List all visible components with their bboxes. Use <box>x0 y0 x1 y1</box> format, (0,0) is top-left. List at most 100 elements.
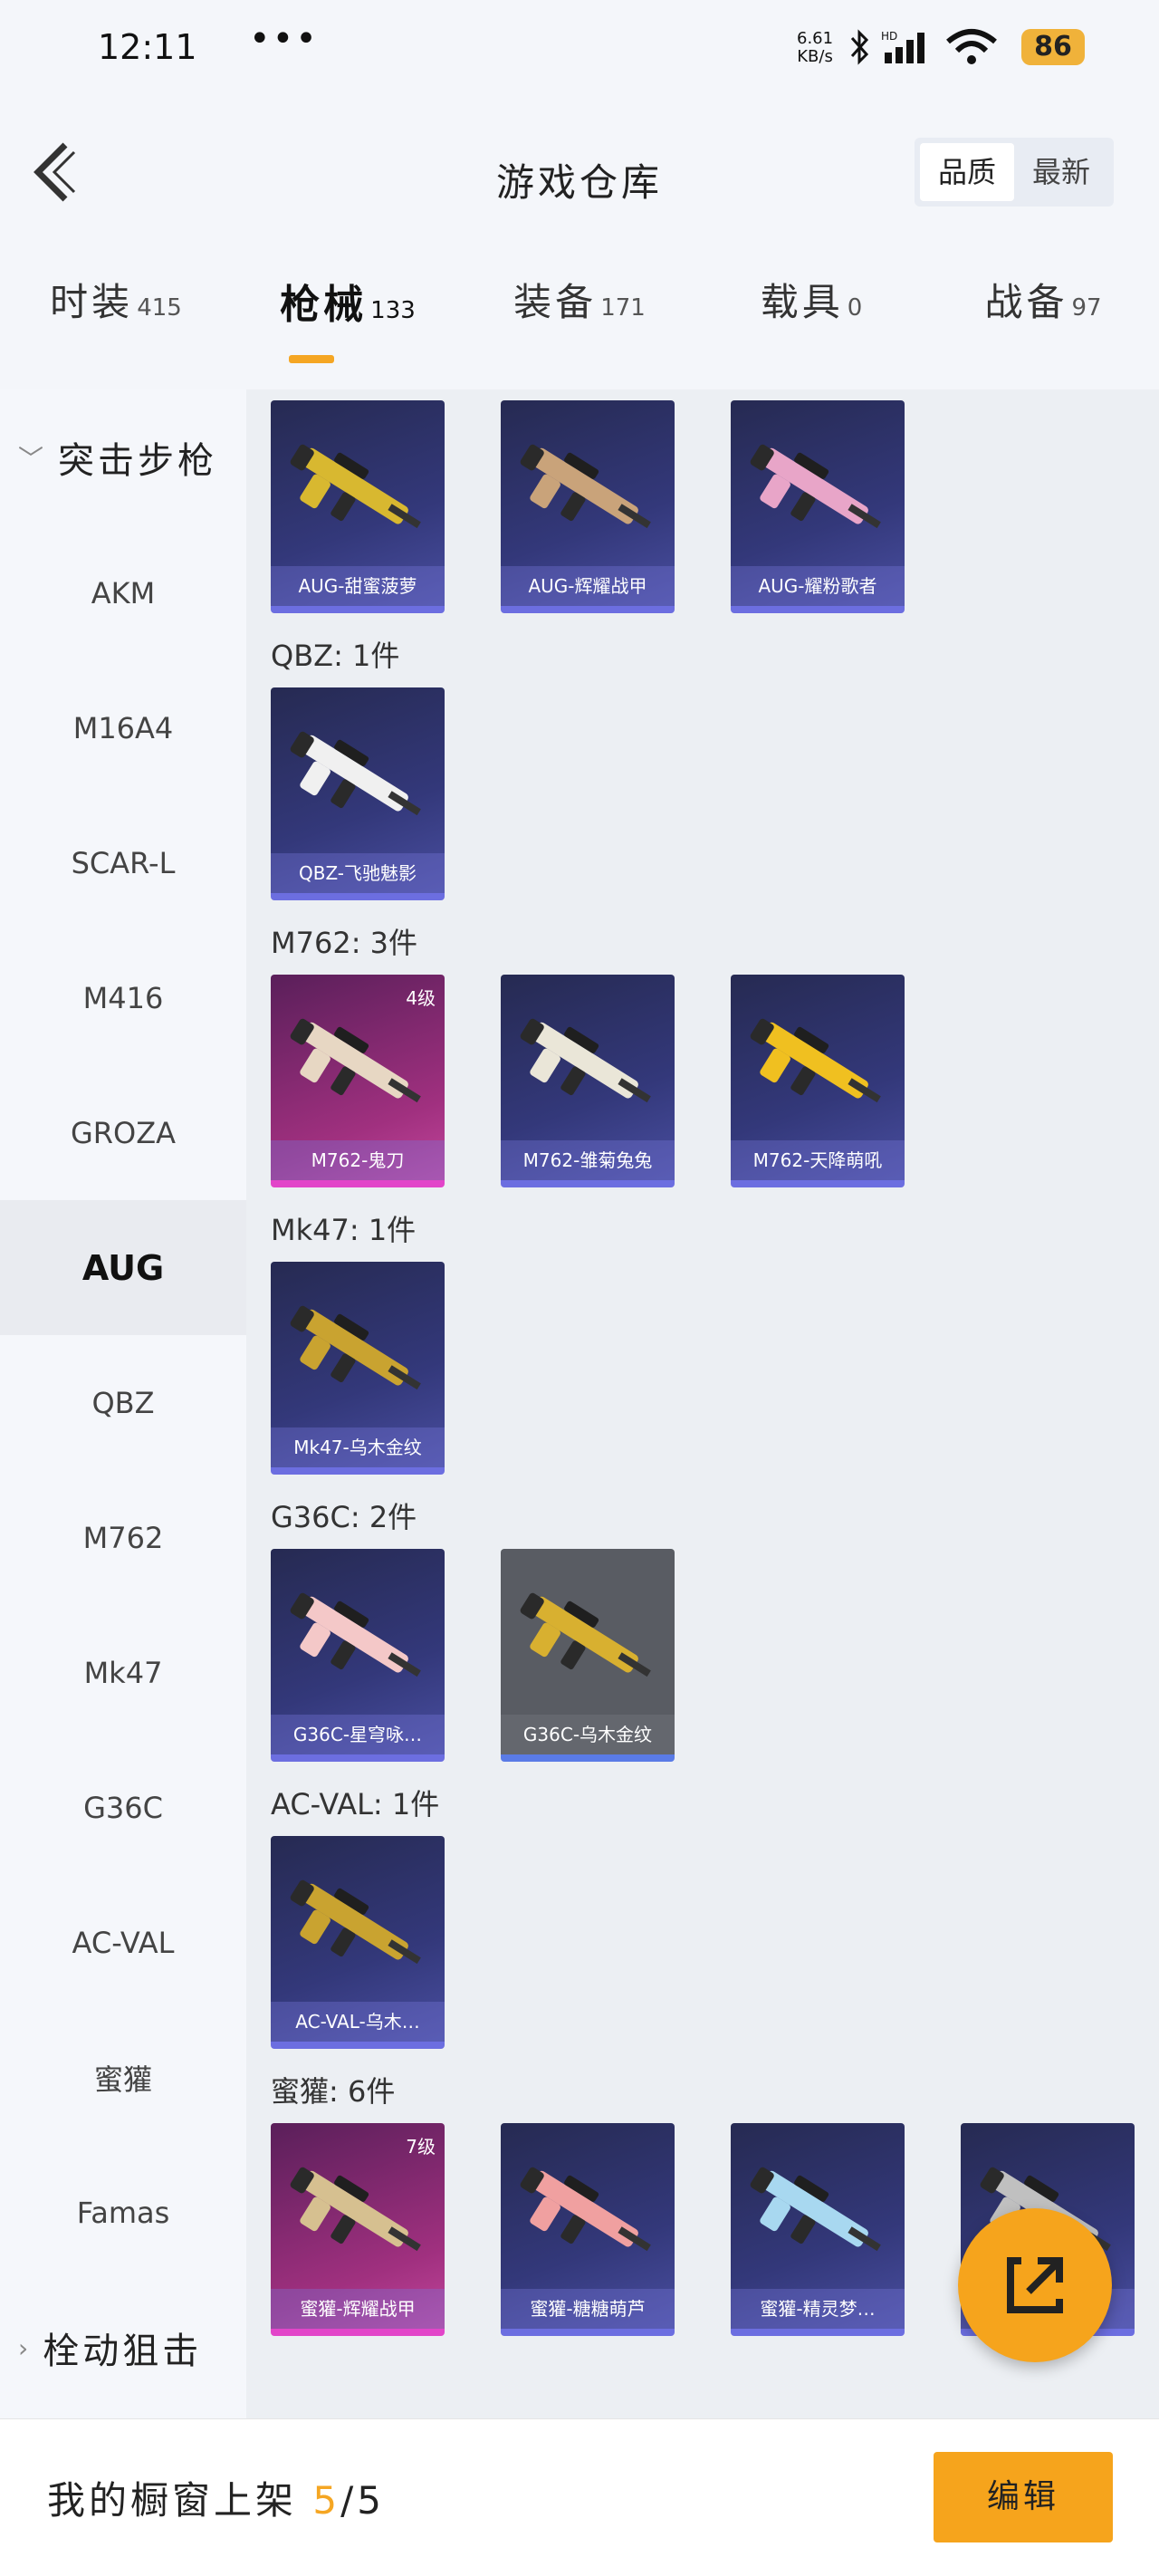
share-icon <box>1007 2257 1063 2313</box>
showcase-current-count: 5 <box>312 2478 341 2523</box>
sidebar-item-honey-badger[interactable]: 蜜獾 <box>0 2010 246 2145</box>
sidebar-item-scar-l[interactable]: SCAR-L <box>0 795 246 930</box>
skin-name: QBZ-飞驰魅影 <box>271 853 445 893</box>
skin-name: M762-雏菊兔兔 <box>501 1140 675 1180</box>
skin-card[interactable]: M762-雏菊兔兔 <box>501 975 675 1187</box>
sidebar-item-m16a4[interactable]: M16A4 <box>0 660 246 795</box>
sidebar-item-m416[interactable]: M416 <box>0 930 246 1065</box>
category-tabs: 时装 415 枪械 133 装备 171 载具 0 战备 97 <box>0 272 1159 380</box>
battery-indicator: 86 <box>1021 29 1085 65</box>
skin-name: G36C-星穹咏… <box>271 1715 445 1754</box>
skin-name: 蜜獾-糖糖萌芦 <box>501 2289 675 2329</box>
skin-card[interactable]: AUG-辉耀战甲 <box>501 400 675 613</box>
sidebar-group-assault-rifle[interactable]: ﹀ 突击步枪 <box>0 389 246 525</box>
sort-toggle: 品质 最新 <box>915 138 1114 207</box>
skin-name: Mk47-乌木金纹 <box>271 1427 445 1467</box>
skin-card[interactable]: AUG-甜蜜菠萝 <box>271 400 445 613</box>
bluetooth-icon <box>850 29 869 65</box>
skin-name: 蜜獾-辉耀战甲 <box>271 2289 445 2329</box>
section-title: M762: 3件 <box>271 926 418 960</box>
skin-card[interactable]: Mk47-乌木金纹 <box>271 1262 445 1475</box>
wifi-icon <box>946 29 997 64</box>
skin-grid: Mk47-乌木金纹 <box>246 1262 1159 1475</box>
showcase-status: 我的橱窗上架 5/5 <box>47 2478 385 2523</box>
skin-grid: AUG-甜蜜菠萝 AUG-辉耀战甲 AUG-耀粉歌者 <box>246 400 1159 613</box>
skin-name: 蜜獾-精灵梦… <box>731 2289 905 2329</box>
more-dots-icon: ••• <box>249 18 319 60</box>
status-icons: HD <box>847 27 999 67</box>
sidebar-group-bolt-sniper[interactable]: › 栓动狙击 <box>0 2280 246 2416</box>
bottom-bar: 我的橱窗上架 5/5 编辑 <box>0 2418 1159 2576</box>
sidebar-item-m762[interactable]: M762 <box>0 1470 246 1605</box>
skin-card[interactable]: AUG-耀粉歌者 <box>731 400 905 613</box>
tab-firearms[interactable]: 枪械 133 <box>232 272 464 380</box>
section-title: QBZ: 1件 <box>271 639 400 673</box>
active-tab-indicator <box>289 355 334 363</box>
tab-vehicles[interactable]: 载具 0 <box>695 272 927 380</box>
sort-newest-option[interactable]: 最新 <box>1014 143 1108 201</box>
tab-fashion[interactable]: 时装 415 <box>0 272 232 380</box>
showcase-total-count: /5 <box>340 2478 385 2523</box>
svg-text:HD: HD <box>881 30 897 43</box>
sidebar-item-ac-val[interactable]: AC-VAL <box>0 1875 246 2010</box>
sidebar-item-mk47[interactable]: Mk47 <box>0 1605 246 1740</box>
skin-name: AUG-甜蜜菠萝 <box>271 566 445 606</box>
rifle-icon <box>290 444 421 529</box>
edit-button[interactable]: 编辑 <box>934 2452 1113 2542</box>
rifle-icon <box>750 1018 881 1103</box>
tab-equipment[interactable]: 装备 171 <box>464 272 695 380</box>
skin-grid: G36C-星穹咏… G36C-乌木金纹 <box>246 1549 1159 1762</box>
sidebar-item-g36c[interactable]: G36C <box>0 1740 246 1875</box>
skin-card[interactable]: 蜜獾-糖糖萌芦 <box>501 2123 675 2336</box>
sidebar-item-qbz[interactable]: QBZ <box>0 1335 246 1470</box>
skin-name: M762-鬼刀 <box>271 1140 445 1180</box>
skin-name: AUG-辉耀战甲 <box>501 566 675 606</box>
skin-card[interactable]: 蜜獾-精灵梦… <box>731 2123 905 2336</box>
rifle-icon <box>290 1592 421 1677</box>
header: 游戏仓库 品质 最新 <box>0 118 1159 235</box>
skin-card[interactable]: QBZ-飞驰魅影 <box>271 687 445 900</box>
network-speed: 6.61 KB/s <box>797 29 834 66</box>
share-button[interactable] <box>958 2208 1112 2362</box>
sidebar-item-akm[interactable]: AKM <box>0 525 246 660</box>
skin-card[interactable]: AC-VAL-乌木… <box>271 1836 445 2049</box>
signal-icon: HD <box>881 30 924 63</box>
status-bar: 12:11 ••• 6.61 KB/s HD 86 <box>0 0 1159 100</box>
skin-name: G36C-乌木金纹 <box>501 1715 675 1754</box>
skin-name: AC-VAL-乌木… <box>271 2002 445 2042</box>
sidebar-item-groza[interactable]: GROZA <box>0 1065 246 1200</box>
weapon-type-sidebar: ﹀ 突击步枪 AKM M16A4 SCAR-L M416 GROZA AUG Q… <box>0 389 246 2418</box>
rifle-icon <box>750 444 881 529</box>
skin-grid: AC-VAL-乌木… <box>246 1836 1159 2049</box>
section-title: AC-VAL: 1件 <box>271 1787 440 1821</box>
tab-supplies[interactable]: 战备 97 <box>927 272 1159 380</box>
rifle-icon <box>290 1018 421 1103</box>
skin-name: AUG-耀粉歌者 <box>731 566 905 606</box>
skin-card[interactable]: G36C-乌木金纹 <box>501 1549 675 1762</box>
chevron-down-icon: ﹀ <box>18 444 48 474</box>
section-title: 蜜獾: 6件 <box>271 2074 396 2109</box>
rifle-icon <box>290 731 421 816</box>
chevron-right-icon: › <box>18 2332 33 2363</box>
rifle-icon <box>520 2167 651 2252</box>
rifle-icon <box>520 1018 651 1103</box>
skin-level: 7级 <box>406 2136 436 2158</box>
rifle-icon <box>290 2167 421 2252</box>
sort-quality-option[interactable]: 品质 <box>920 143 1014 201</box>
rifle-icon <box>290 1305 421 1390</box>
skin-level: 4级 <box>406 987 436 1009</box>
section-title: G36C: 2件 <box>271 1500 417 1534</box>
section-title: Mk47: 1件 <box>271 1213 417 1247</box>
skin-card[interactable]: 4级 M762-鬼刀 <box>271 975 445 1187</box>
skin-card[interactable]: 7级蜜獾-辉耀战甲 <box>271 2123 445 2336</box>
skin-card[interactable]: G36C-星穹咏… <box>271 1549 445 1762</box>
sidebar-item-famas[interactable]: Famas <box>0 2145 246 2280</box>
status-time: 12:11 <box>98 27 197 67</box>
skin-grid-area: AUG-甜蜜菠萝 AUG-辉耀战甲 AUG-耀粉歌者 QBZ: 1件 QBZ-飞驰魅影 M… <box>246 389 1159 2418</box>
rifle-icon <box>750 2167 881 2252</box>
skin-card[interactable]: M762-天降萌吼 <box>731 975 905 1187</box>
rifle-icon <box>290 1879 421 1965</box>
rifle-icon <box>520 1592 651 1677</box>
skin-name: M762-天降萌吼 <box>731 1140 905 1180</box>
sidebar-item-aug[interactable]: AUG <box>0 1200 246 1335</box>
